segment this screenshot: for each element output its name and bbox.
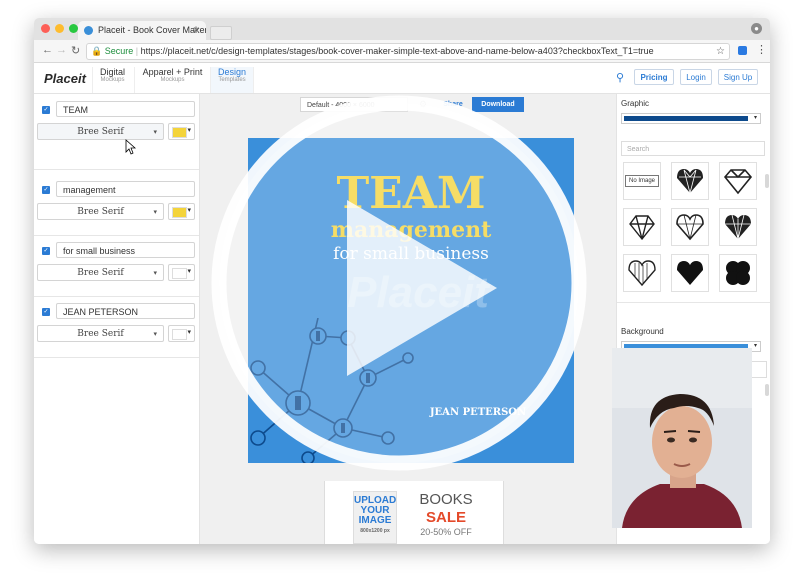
- presenter-image: [612, 348, 752, 528]
- webcam-presenter-video: [612, 348, 752, 528]
